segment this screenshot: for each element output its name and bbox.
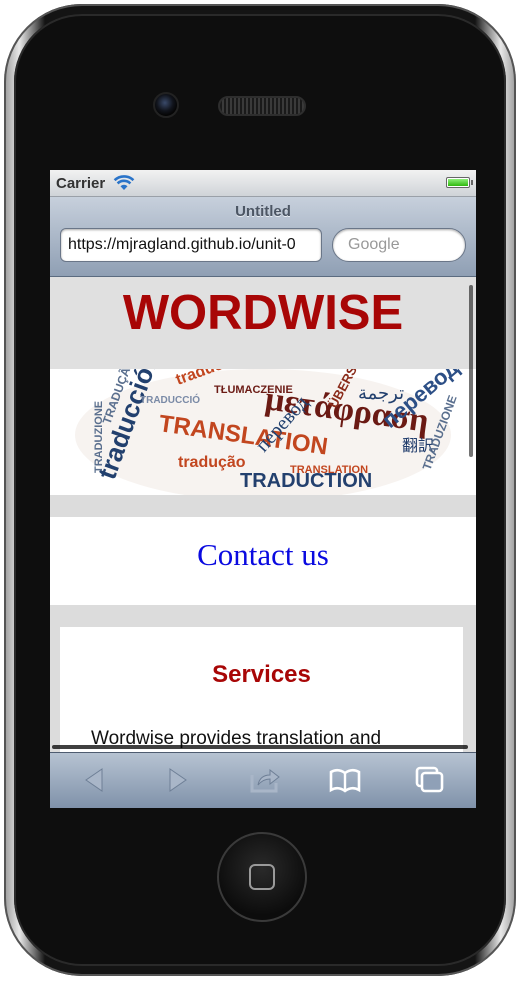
wifi-icon (113, 175, 135, 190)
divider-band (50, 495, 476, 517)
svg-text:TRADUCCIÓ: TRADUCCIÓ (140, 393, 200, 406)
browser-nav-bar: Untitled https://mjragland.github.io/uni… (50, 197, 476, 277)
services-heading: Services (212, 661, 311, 688)
camera-icon (153, 92, 179, 118)
search-field[interactable]: Google (332, 228, 466, 262)
screen: Carrier Untitled https://mjragland.githu… (50, 170, 476, 808)
word-cloud-word: tradução (178, 454, 246, 471)
back-button[interactable] (78, 765, 112, 795)
share-button[interactable] (248, 765, 282, 795)
horizontal-scrollbar[interactable] (52, 745, 468, 749)
battery-icon (446, 177, 473, 188)
word-cloud-word: TŁUMACZENIE (214, 384, 293, 396)
svg-text:TRANSLATION: TRANSLATION (290, 464, 368, 476)
word-cloud-graphic: TRANSLATION μετάφραση traducción TRADUCT… (75, 369, 463, 495)
status-bar: Carrier (50, 170, 476, 197)
browser-toolbar (50, 752, 476, 808)
forward-button[interactable] (160, 765, 194, 795)
services-section: Services Wordwise provides translation a… (50, 605, 476, 752)
forward-icon (169, 768, 187, 792)
page-title: Untitled (235, 203, 291, 220)
site-title: WORDWISE (122, 286, 404, 340)
home-square-icon (249, 864, 275, 890)
url-field[interactable]: https://mjragland.github.io/unit-0 (60, 228, 322, 262)
carrier-label: Carrier (56, 174, 106, 192)
web-content: WORDWISE TRANSLATION μετάφραση traducció… (50, 277, 476, 752)
contact-section: Contact us (50, 517, 476, 605)
tabs-button[interactable] (412, 765, 446, 795)
share-icon (250, 768, 280, 793)
site-header: WORDWISE (50, 277, 476, 369)
bookmarks-icon (329, 768, 361, 793)
tabs-icon (415, 766, 444, 793)
battery-fill (448, 179, 468, 186)
home-button[interactable] (217, 832, 307, 922)
vertical-scrollbar[interactable] (469, 285, 473, 457)
word-cloud-word: ترجمة (358, 383, 404, 404)
back-icon (85, 768, 103, 792)
translation-word-cloud-image: TRANSLATION μετάφραση traducción TRADUCT… (50, 369, 476, 495)
bookmarks-button[interactable] (328, 765, 362, 795)
contact-us-link[interactable]: Contact us (50, 537, 476, 573)
speaker-grille (218, 96, 306, 116)
services-card: Services Wordwise provides translation a… (60, 627, 463, 752)
